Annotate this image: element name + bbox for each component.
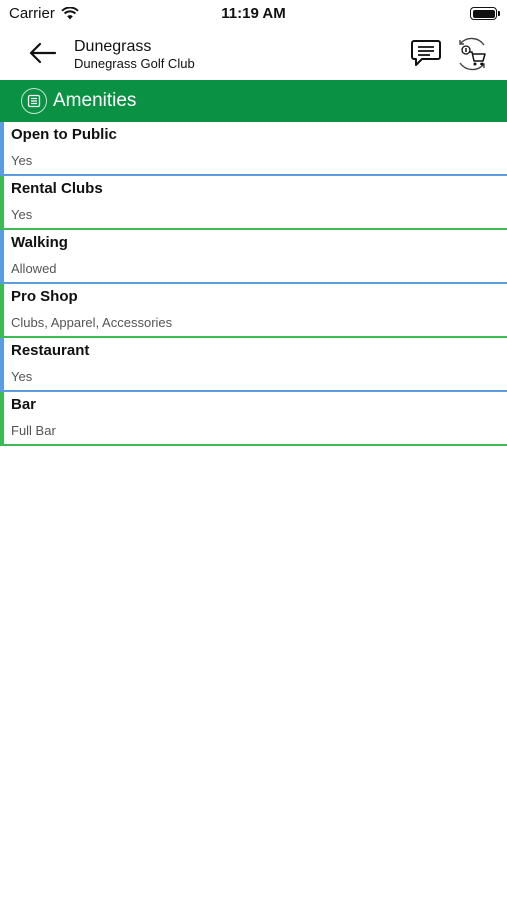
list-item-rental-clubs: Rental Clubs Yes [0, 176, 507, 230]
shopping-cart-icon [459, 37, 486, 71]
back-arrow-icon [29, 42, 57, 64]
item-value: Allowed [11, 261, 57, 276]
amenities-section-header: Amenities [0, 80, 507, 122]
item-label: Bar [11, 396, 37, 413]
nav-header: Dunegrass Dunegrass Golf Club [0, 28, 507, 80]
item-value: Full Bar [11, 423, 56, 438]
chat-button[interactable] [410, 38, 442, 68]
status-bar: Carrier 11:19 AM [0, 0, 507, 28]
item-label: Walking [11, 234, 68, 251]
nav-titles: Dunegrass Dunegrass Golf Club [74, 38, 195, 72]
item-value: Clubs, Apparel, Accessories [11, 315, 173, 330]
amenities-list: Open to Public Yes Rental Clubs Yes Walk… [0, 122, 507, 446]
item-value: Yes [11, 207, 33, 222]
page-title: Dunegrass [74, 38, 152, 55]
list-item-open-to-public: Open to Public Yes [0, 122, 507, 176]
list-item-bar: Bar Full Bar [0, 392, 507, 446]
battery-icon [470, 7, 500, 20]
item-label: Rental Clubs [11, 180, 103, 197]
shop-cart-button[interactable] [454, 36, 490, 72]
item-value: Yes [11, 369, 33, 384]
list-item-pro-shop: Pro Shop Clubs, Apparel, Accessories [0, 284, 507, 338]
list-item-walking: Walking Allowed [0, 230, 507, 284]
back-button[interactable] [24, 38, 60, 68]
page-subtitle: Dunegrass Golf Club [74, 56, 195, 71]
item-label: Restaurant [11, 342, 90, 359]
item-value: Yes [11, 153, 33, 168]
status-time: 11:19 AM [221, 5, 286, 22]
list-item-restaurant: Restaurant Yes [0, 338, 507, 392]
item-label: Open to Public [11, 126, 117, 143]
section-title: Amenities [53, 90, 137, 111]
item-label: Pro Shop [11, 288, 78, 305]
chat-icon [411, 40, 441, 66]
list-icon [21, 88, 47, 114]
